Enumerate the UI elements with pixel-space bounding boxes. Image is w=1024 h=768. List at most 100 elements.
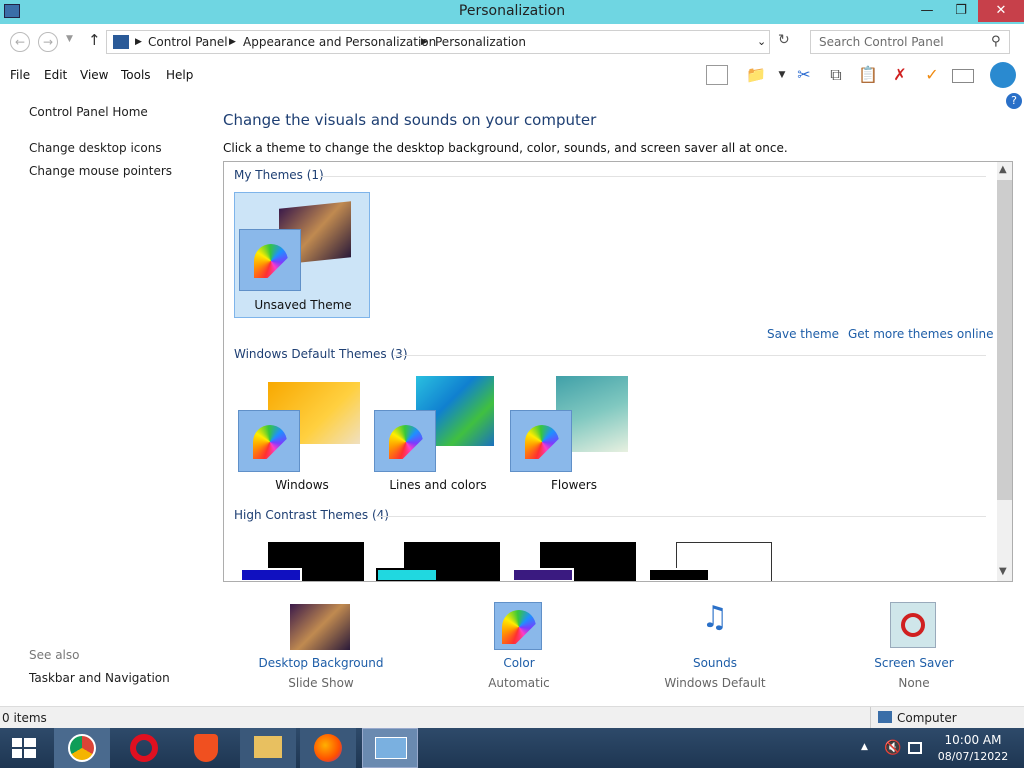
theme-unsaved[interactable]: Unsaved Theme (234, 192, 370, 318)
section-divider (376, 516, 986, 517)
save-theme-link[interactable]: Save theme (767, 327, 839, 341)
color-palette-icon (239, 229, 301, 291)
address-bar[interactable]: ▶ Control Panel ▶ Appearance and Persona… (106, 30, 770, 54)
cut-icon[interactable]: ✂ (792, 64, 816, 86)
menu-bar: File Edit View Tools Help 📁 ▼ ✂ ⧉ 📋 ✗ ✓ … (0, 60, 1024, 109)
theme-flowers[interactable]: Flowers (506, 370, 642, 496)
firefox-icon[interactable] (300, 728, 356, 768)
status-divider (870, 707, 871, 728)
file-explorer-icon[interactable] (240, 728, 296, 768)
location-label: Computer (897, 711, 957, 725)
color-palette-icon (238, 410, 300, 472)
scroll-down-icon[interactable]: ▼ (999, 566, 1007, 577)
chevron-right-icon: ▶ (229, 37, 236, 47)
globe-icon[interactable] (990, 62, 1016, 88)
desktop-background-link[interactable]: Desktop Background (250, 656, 392, 670)
control-panel-home-link[interactable]: Control Panel Home (29, 105, 148, 119)
scroll-up-icon[interactable]: ▲ (999, 164, 1007, 175)
sounds-link[interactable]: Sounds (644, 656, 786, 670)
change-mouse-pointers-link[interactable]: Change mouse pointers (29, 164, 172, 178)
get-more-themes-link[interactable]: Get more themes online (848, 327, 994, 341)
color-link[interactable]: Color (448, 656, 590, 670)
refresh-button[interactable]: ↻ (778, 32, 790, 48)
search-input[interactable]: Search Control Panel ⚲ (810, 30, 1010, 54)
rename-icon[interactable] (952, 69, 974, 83)
address-row: ← → ▼ ↑ ▶ Control Panel ▶ Appearance and… (0, 24, 1024, 60)
delete-icon[interactable]: ✗ (888, 64, 912, 86)
chevron-right-icon: ▶ (421, 37, 428, 47)
screen-saver-link[interactable]: Screen Saver (843, 656, 985, 670)
theme-high-contrast-2[interactable] (376, 542, 502, 581)
breadcrumb-personalization[interactable]: Personalization (435, 35, 526, 49)
themes-list: My Themes (1) Unsaved Theme Save theme G… (223, 161, 1013, 582)
computer-icon (878, 711, 892, 723)
section-divider (320, 176, 986, 177)
see-also-label: See also (29, 648, 80, 662)
opera-icon[interactable] (116, 728, 172, 768)
theme-label: Flowers (551, 478, 597, 492)
layout-icon[interactable] (706, 65, 728, 85)
desktop-background-value: Slide Show (288, 676, 354, 690)
theme-windows[interactable]: Windows (234, 370, 370, 496)
window-title: Personalization (458, 3, 566, 19)
color-palette-icon (374, 410, 436, 472)
clock-time[interactable]: 10:00 AM (930, 733, 1016, 747)
up-button[interactable]: ↑ (88, 31, 101, 49)
breadcrumb-appearance[interactable]: Appearance and Personalization (243, 35, 436, 49)
chevron-down-icon[interactable]: ⌄ (757, 35, 766, 48)
high-contrast-header: High Contrast Themes (4) (234, 508, 389, 522)
folder-check-icon[interactable]: 📁 (744, 64, 768, 86)
forward-button[interactable]: → (38, 32, 58, 52)
chevron-right-icon: ▶ (135, 37, 142, 47)
control-panel-taskbar-icon[interactable] (362, 728, 418, 768)
menu-view[interactable]: View (80, 68, 108, 82)
scrollbar-thumb[interactable] (997, 180, 1012, 500)
show-hidden-icons[interactable]: ▲ (861, 742, 868, 752)
theme-lines-and-colors[interactable]: Lines and colors (370, 370, 506, 496)
menu-file[interactable]: File (10, 68, 30, 82)
theme-high-contrast-3[interactable] (512, 542, 638, 581)
default-themes-header: Windows Default Themes (3) (234, 347, 408, 361)
control-panel-icon (113, 35, 129, 49)
screen-saver-value: None (898, 676, 930, 690)
menu-help[interactable]: Help (166, 68, 193, 82)
taskbar-navigation-link[interactable]: Taskbar and Navigation (29, 671, 170, 685)
menu-edit[interactable]: Edit (44, 68, 67, 82)
breadcrumb-control-panel[interactable]: Control Panel (148, 35, 228, 49)
color-icon[interactable] (494, 602, 542, 650)
copy-icon[interactable]: ⧉ (824, 64, 848, 86)
chrome-icon[interactable] (54, 728, 110, 768)
restore-button[interactable]: ❐ (944, 0, 978, 22)
checkmark-icon[interactable]: ✓ (920, 64, 944, 86)
search-placeholder: Search Control Panel (819, 35, 944, 49)
page-description: Click a theme to change the desktop back… (223, 141, 788, 155)
start-button[interactable] (0, 728, 48, 768)
theme-label: Unsaved Theme (254, 298, 352, 312)
recent-dropdown-icon[interactable]: ▼ (66, 34, 73, 44)
clock-date[interactable]: 08/07/12022 (930, 750, 1016, 763)
help-icon[interactable]: ? (1006, 93, 1022, 109)
theme-label: Lines and colors (389, 478, 487, 492)
search-icon[interactable]: ⚲ (991, 34, 1001, 49)
screen-saver-icon[interactable] (890, 602, 936, 648)
volume-muted-icon[interactable]: 🔇 (884, 740, 901, 756)
theme-high-contrast-white[interactable] (648, 542, 774, 581)
minimize-button[interactable]: — (910, 0, 944, 22)
dropdown-icon[interactable]: ▼ (770, 64, 794, 86)
desktop-background-icon[interactable] (290, 604, 350, 650)
paste-icon[interactable]: 📋 (856, 64, 880, 86)
change-desktop-icons-link[interactable]: Change desktop icons (29, 141, 162, 155)
back-button[interactable]: ← (10, 32, 30, 52)
sounds-icon[interactable]: ♫ (690, 600, 740, 650)
sounds-value: Windows Default (664, 676, 766, 690)
item-count: 0 items (2, 711, 47, 725)
theme-label: Windows (275, 478, 329, 492)
theme-high-contrast-1[interactable] (240, 542, 366, 581)
brave-icon[interactable] (178, 728, 234, 768)
my-themes-header: My Themes (1) (234, 168, 324, 182)
network-icon[interactable] (908, 742, 922, 754)
status-bar: 0 items Computer (0, 706, 1024, 728)
menu-tools[interactable]: Tools (121, 68, 151, 82)
close-button[interactable]: ✕ (978, 0, 1024, 22)
section-divider (394, 355, 986, 356)
